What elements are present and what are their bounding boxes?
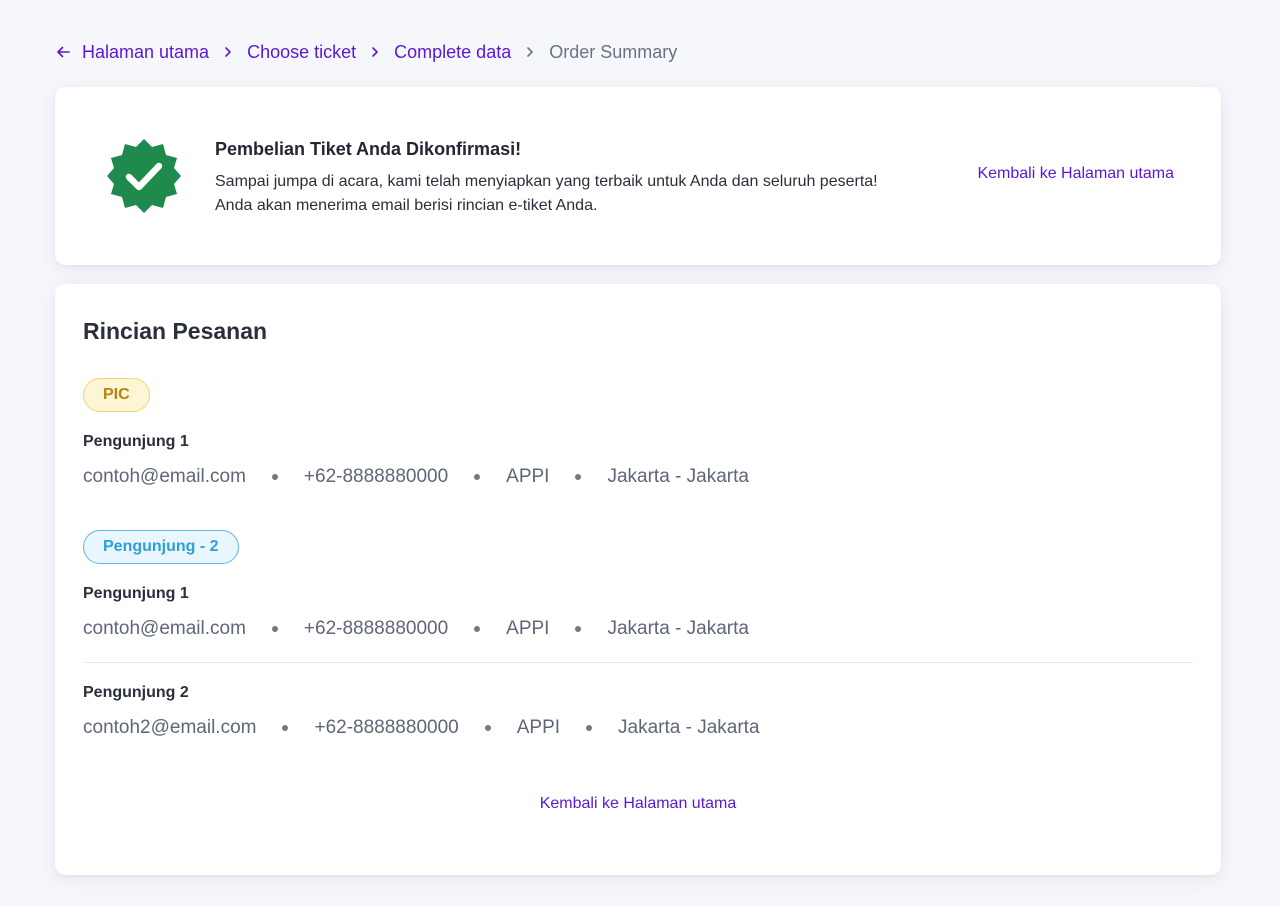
confirmation-card: Pembelian Tiket Anda Dikonfirmasi! Sampa… [55, 87, 1221, 265]
visitor-info: contoh2@email.com +62-8888880000 APPI Ja… [83, 717, 760, 739]
chevron-right-icon [511, 46, 549, 58]
visitor-phone: +62-8888880000 [303, 466, 449, 487]
separator-dot [474, 626, 481, 632]
separator-dot [474, 474, 481, 480]
breadcrumb-home-link[interactable]: Halaman utama [82, 42, 209, 63]
separator-dot [586, 725, 593, 731]
breadcrumb-complete-data-link[interactable]: Complete data [394, 42, 511, 63]
separator-dot [484, 725, 491, 731]
chevron-right-icon [356, 46, 394, 58]
visitor-location: Jakarta - Jakarta [607, 618, 749, 639]
visitor-email: contoh2@email.com [83, 717, 257, 738]
separator-dot [271, 474, 278, 480]
confirmation-description: Sampai jumpa di acara, kami telah menyia… [215, 173, 878, 214]
breadcrumb-current: Order Summary [549, 41, 678, 62]
visitor-name: Pengunjung 2 [83, 684, 189, 701]
order-details-title: Rincian Pesanan [83, 318, 268, 344]
back-to-home-link-bottom[interactable]: Kembali ke Halaman utama [55, 795, 1221, 813]
visitor-location: Jakarta - Jakarta [618, 717, 760, 738]
chevron-right-icon [209, 46, 247, 58]
separator-dot [575, 474, 582, 480]
confirmation-title: Pembelian Tiket Anda Dikonfirmasi! [215, 139, 522, 159]
visitor-info: contoh@email.com +62-8888880000 APPI Jak… [83, 466, 749, 488]
visitor-location: Jakarta - Jakarta [607, 466, 749, 487]
separator-dot [282, 725, 289, 731]
separator-dot [271, 626, 278, 632]
divider [83, 662, 1193, 663]
visitor-info: contoh@email.com +62-8888880000 APPI Jak… [83, 618, 749, 640]
separator-dot [575, 626, 582, 632]
visitor-organization: APPI [516, 717, 561, 738]
visitor-name: Pengunjung 1 [83, 433, 189, 450]
pic-badge: PIC [83, 378, 150, 412]
visitor-phone: +62-8888880000 [303, 618, 449, 639]
visitor-name: Pengunjung 1 [83, 585, 189, 602]
verified-badge-icon [105, 137, 183, 215]
back-to-home-link[interactable]: Kembali ke Halaman utama [977, 165, 1174, 183]
visitor-organization: APPI [506, 618, 550, 639]
breadcrumb-choose-ticket-link[interactable]: Choose ticket [247, 42, 356, 63]
back-arrow-icon[interactable] [56, 45, 70, 59]
visitor-email: contoh@email.com [83, 618, 246, 639]
breadcrumb: Halaman utama Choose ticket Complete dat… [56, 38, 677, 66]
visitor-group-badge: Pengunjung - 2 [83, 530, 239, 564]
visitor-phone: +62-8888880000 [314, 717, 459, 738]
visitor-organization: APPI [506, 466, 550, 487]
order-details-card: Rincian Pesanan PIC Pengunjung 1 contoh@… [55, 284, 1221, 875]
visitor-email: contoh@email.com [83, 466, 246, 487]
